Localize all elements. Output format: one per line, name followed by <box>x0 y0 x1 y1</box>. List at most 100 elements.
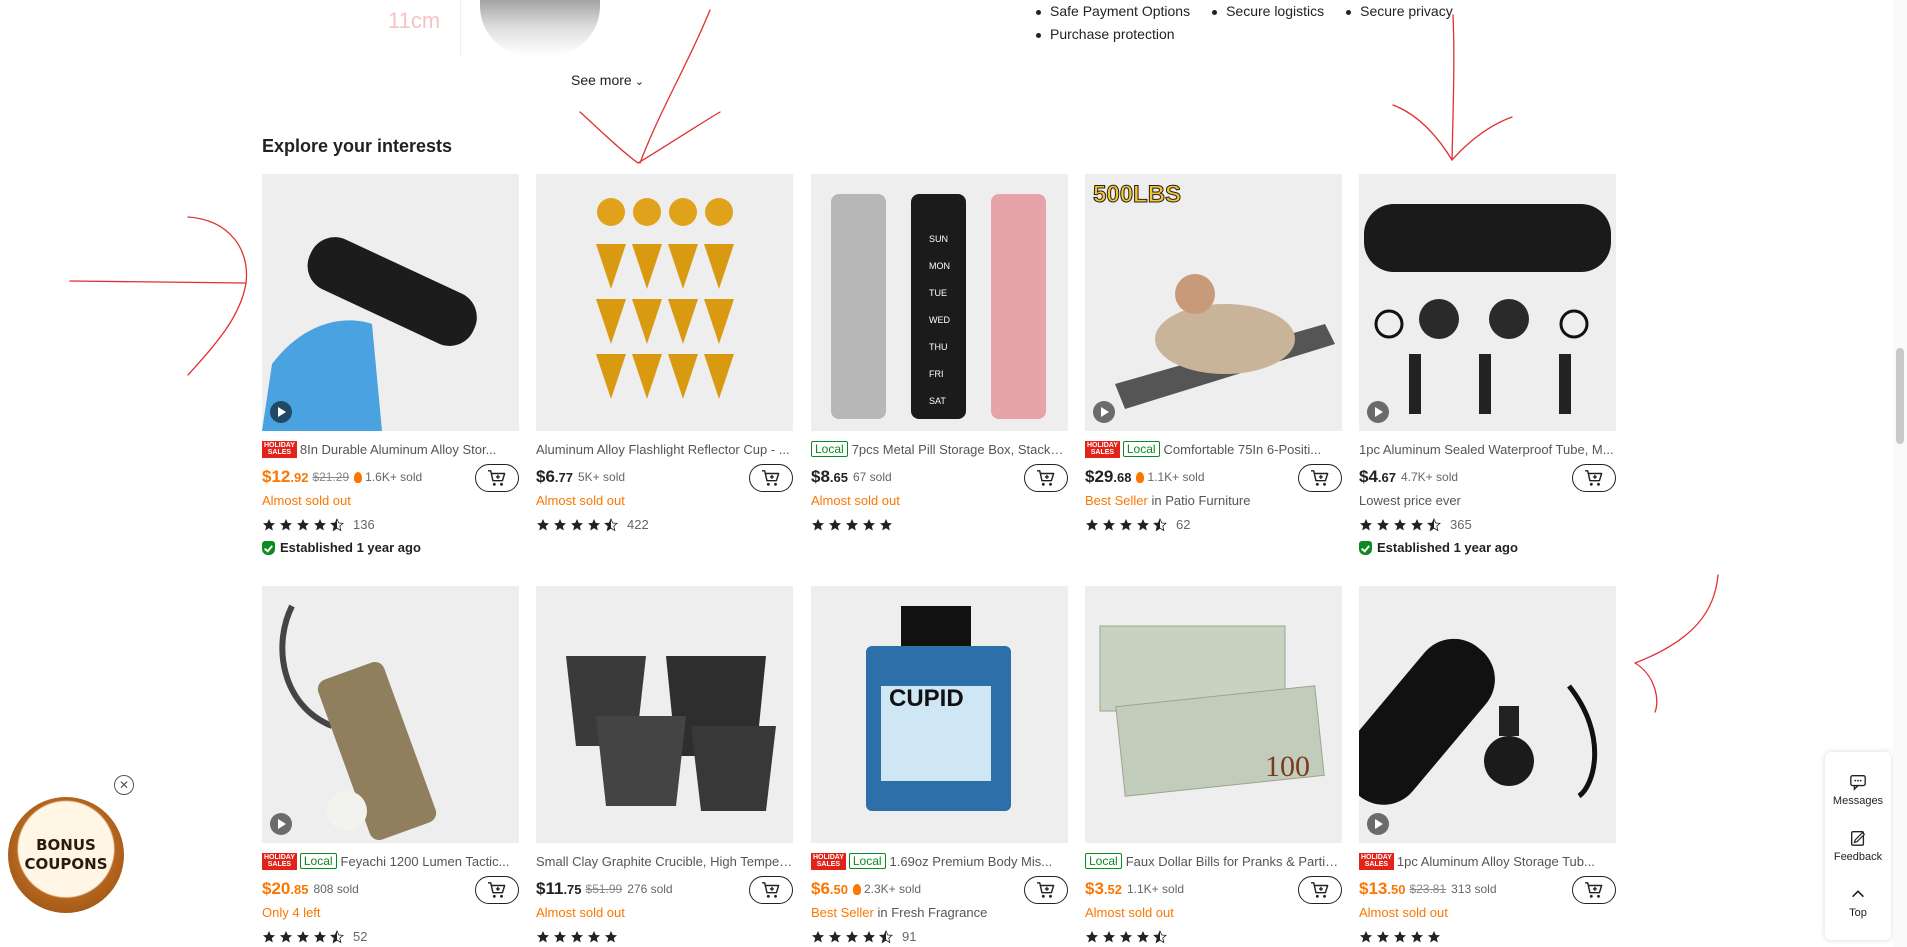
product-card[interactable]: Small Clay Graphite Crucible, High Tempe… <box>536 586 793 945</box>
play-icon[interactable] <box>1093 401 1115 423</box>
product-price: $13.50 <box>1359 879 1406 898</box>
product-title-row[interactable]: 1pc Aluminum Sealed Waterproof Tube, M..… <box>1359 440 1616 458</box>
product-title-row[interactable]: HOLIDAY SALES Local Comfortable 75In 6-Posi… <box>1085 440 1342 458</box>
see-more-button[interactable]: See more ⌄ <box>571 72 644 88</box>
star-icon <box>1103 518 1115 530</box>
product-title[interactable]: Feyachi 1200 Lumen Tactic... <box>341 854 510 869</box>
product-title[interactable]: Small Clay Graphite Crucible, High Tempe… <box>536 854 793 869</box>
product-title-row[interactable]: HOLIDAY SALES Local Feyachi 1200 Lumen Tact… <box>262 852 519 870</box>
star-icon <box>1137 518 1149 530</box>
star-half-icon <box>1427 517 1441 531</box>
brand-text: CUPID <box>889 685 964 712</box>
rating-row <box>1085 928 1342 945</box>
product-image[interactable] <box>1359 174 1616 431</box>
product-card[interactable]: SUN MON TUE WED THU FRI SAT Local 7pcs Metal Pil… <box>811 174 1068 533</box>
product-title[interactable]: 1pc Aluminum Sealed Waterproof Tube, M..… <box>1359 442 1614 457</box>
product-note: Almost sold out <box>1085 905 1174 920</box>
product-card[interactable]: HOLIDAY SALES 8In Durable Aluminum Alloy S… <box>262 174 519 555</box>
product-card[interactable]: HOLIDAY SALES Local Feyachi 1200 Lumen Tact… <box>262 586 519 945</box>
product-title[interactable]: 1.69oz Premium Body Mis... <box>890 854 1053 869</box>
add-to-cart-button[interactable] <box>475 876 519 904</box>
messages-button[interactable]: Messages <box>1825 762 1891 818</box>
product-image[interactable] <box>536 174 793 431</box>
scrollbar[interactable] <box>1893 0 1907 947</box>
product-card[interactable]: 1pc Aluminum Sealed Waterproof Tube, M..… <box>1359 174 1616 555</box>
star-icon <box>846 930 858 942</box>
add-to-cart-button[interactable] <box>749 876 793 904</box>
play-icon[interactable] <box>270 813 292 835</box>
star-icon <box>1360 518 1372 530</box>
product-card[interactable]: 100 Local Faux Dollar Bills for Pranks & P… <box>1085 586 1342 945</box>
product-card[interactable]: Aluminum Alloy Flashlight Reflector Cup … <box>536 174 793 533</box>
messages-label: Messages <box>1832 795 1884 807</box>
product-title-row[interactable]: Local Faux Dollar Bills for Pranks & Part… <box>1085 852 1342 870</box>
sold-count: 2.3K+ sold <box>853 882 921 896</box>
holiday-sales-badge: HOLIDAY SALES <box>811 852 846 870</box>
rating-row: 422 <box>536 516 793 533</box>
product-title-row[interactable]: HOLIDAY SALES 8In Durable Aluminum Alloy S… <box>262 440 519 458</box>
product-title[interactable]: Faux Dollar Bills for Pranks & Partie... <box>1126 854 1342 869</box>
back-to-top-button[interactable]: Top <box>1825 874 1891 930</box>
product-title[interactable]: 7pcs Metal Pill Storage Box, Stacka... <box>852 442 1068 457</box>
add-to-cart-button[interactable] <box>1298 876 1342 904</box>
flame-icon <box>354 471 363 483</box>
bonus-coupons-button[interactable]: BONUS COUPONS <box>8 797 124 913</box>
product-note: Lowest price ever <box>1359 493 1461 508</box>
product-title[interactable]: 8In Durable Aluminum Alloy Stor... <box>300 442 497 457</box>
product-note: Best Seller in Patio Furniture <box>1085 493 1251 508</box>
feedback-button[interactable]: Feedback <box>1825 818 1891 874</box>
product-title-row[interactable]: HOLIDAY SALES 1pc Aluminum Alloy Storage T… <box>1359 852 1616 870</box>
star-icon <box>1103 930 1115 942</box>
product-image[interactable]: 500LBS <box>1085 174 1342 431</box>
overlay-text: 500LBS <box>1093 181 1181 208</box>
product-image[interactable] <box>1359 586 1616 843</box>
scrollbar-thumb[interactable] <box>1896 348 1904 444</box>
add-to-cart-button[interactable] <box>1298 464 1342 492</box>
star-rating <box>536 930 621 944</box>
product-card[interactable]: 500LBS HOLIDAY SALES Local Comfortable 75In … <box>1085 174 1342 533</box>
star-icon <box>297 930 309 942</box>
review-count: 91 <box>902 929 917 944</box>
add-to-cart-button[interactable] <box>1024 464 1068 492</box>
product-card[interactable]: CUPID HOLIDAY SALES Local 1.69oz Premium Bod… <box>811 586 1068 945</box>
section-title: Explore your interests <box>262 136 453 156</box>
star-icon <box>571 930 583 942</box>
star-icon <box>280 518 292 530</box>
add-to-cart-button[interactable] <box>1024 876 1068 904</box>
star-half-icon <box>879 929 893 943</box>
product-image[interactable] <box>262 174 519 431</box>
flame-icon <box>853 883 861 895</box>
product-image[interactable] <box>262 586 519 843</box>
add-to-cart-button[interactable] <box>475 464 519 492</box>
add-to-cart-icon <box>1037 882 1055 898</box>
product-title-row[interactable]: Aluminum Alloy Flashlight Reflector Cup … <box>536 440 793 458</box>
star-half-icon <box>330 929 344 943</box>
star-icon <box>812 930 824 942</box>
star-icon <box>863 518 875 530</box>
product-card[interactable]: HOLIDAY SALES 1pc Aluminum Alloy Storage T… <box>1359 586 1616 945</box>
add-to-cart-button[interactable] <box>1572 464 1616 492</box>
close-icon[interactable]: ✕ <box>114 775 134 795</box>
product-title[interactable]: Aluminum Alloy Flashlight Reflector Cup … <box>536 442 790 457</box>
product-title-row[interactable]: Small Clay Graphite Crucible, High Tempe… <box>536 852 793 870</box>
add-to-cart-button[interactable] <box>749 464 793 492</box>
play-icon[interactable] <box>1367 401 1389 423</box>
price-row: $6.50 2.3K+ sold <box>811 876 1068 904</box>
product-title[interactable]: Comfortable 75In 6-Positi... <box>1164 442 1322 457</box>
shield-icon <box>262 540 275 555</box>
add-to-cart-button[interactable] <box>1572 876 1616 904</box>
message-icon <box>1850 775 1866 791</box>
product-price: $12.92 <box>262 467 309 486</box>
play-icon[interactable] <box>1367 813 1389 835</box>
play-icon[interactable] <box>270 401 292 423</box>
product-title-row[interactable]: Local 7pcs Metal Pill Storage Box, Stacka… <box>811 440 1068 458</box>
star-icon <box>588 518 600 530</box>
product-image[interactable]: CUPID <box>811 586 1068 843</box>
product-image[interactable] <box>536 586 793 843</box>
star-icon <box>588 930 600 942</box>
product-title-row[interactable]: HOLIDAY SALES Local 1.69oz Premium Body Mis… <box>811 852 1068 870</box>
product-image[interactable]: SUN MON TUE WED THU FRI SAT <box>811 174 1068 431</box>
holiday-sales-badge: HOLIDAY SALES <box>1359 852 1394 870</box>
product-title[interactable]: 1pc Aluminum Alloy Storage Tub... <box>1397 854 1595 869</box>
product-image[interactable]: 100 <box>1085 586 1342 843</box>
